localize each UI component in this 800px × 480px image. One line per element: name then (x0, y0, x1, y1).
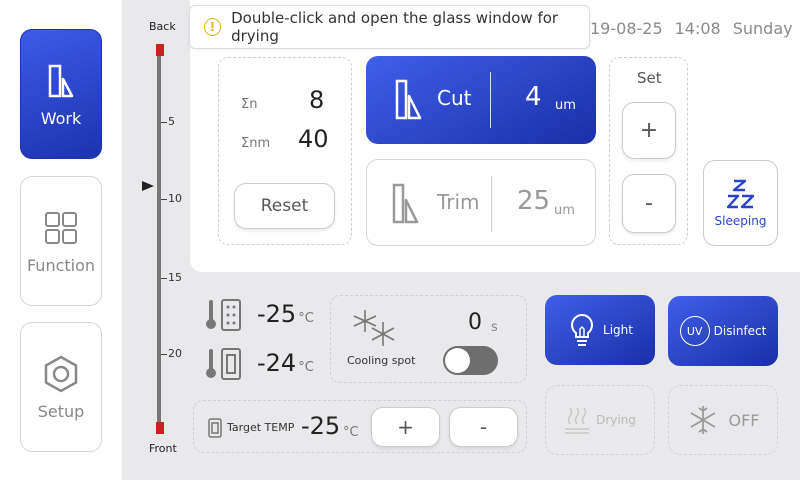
nav-work-label: Work (40, 108, 82, 128)
chamber-temp: -25 °C (257, 300, 314, 328)
nav-function-label: Function (26, 255, 96, 275)
hex-nut-icon (44, 355, 78, 392)
sleep-label: Sleeping (714, 214, 767, 228)
notification-message: Double-click and open the glass window f… (231, 9, 559, 45)
ruler-tick-label: 5 (168, 115, 175, 128)
knife-blade-icon (48, 64, 74, 97)
cut-mode-button[interactable]: Cut 4 um (366, 56, 596, 144)
nav-work-button[interactable]: Work (20, 29, 102, 159)
target-temp-label: Target TEMP (227, 421, 295, 434)
uv-disinfect-button[interactable]: UV Disinfect (668, 296, 778, 366)
uv-icon: UV (679, 316, 710, 346)
specimen-temp: -24 °C (257, 349, 314, 377)
nav-setup-label: Setup (37, 401, 85, 421)
toggle-knob (445, 348, 470, 373)
knife-blade-icon (392, 183, 419, 224)
snowflake-icon (690, 406, 715, 434)
set-label: Set (637, 69, 662, 87)
section-count-label: Σn (241, 97, 258, 112)
specimen-temp-value: -24 (257, 349, 297, 377)
chamber-temp-unit: °C (298, 311, 314, 326)
target-temp-unit: °C (343, 425, 359, 440)
cooling-spot-value: 0 (468, 310, 482, 335)
disinfect-label: Disinfect (713, 324, 767, 338)
refrigeration-off-label: OFF (728, 410, 760, 430)
reset-button[interactable]: Reset (234, 183, 335, 229)
sleep-icon (726, 179, 754, 209)
trim-label: Trim (437, 190, 480, 214)
cooling-spot-unit: s (491, 320, 498, 335)
ruler-tick-label: 15 (168, 271, 182, 284)
specimen-holder-icon (208, 418, 222, 438)
warning-icon: ! (204, 18, 222, 36)
chamber-temp-icon (206, 299, 241, 331)
nav-setup-button[interactable]: Setup (20, 322, 102, 452)
cut-thickness-value: 4 (525, 82, 542, 112)
target-temp-decrease-button[interactable]: - (449, 407, 518, 447)
thickness-increase-button[interactable]: + (622, 102, 676, 159)
specimen-temp-icon (206, 348, 241, 380)
trim-mode-button[interactable]: Trim 25 um (366, 159, 596, 246)
cut-thickness-unit: um (555, 98, 576, 113)
ruler-tick-label: 20 (168, 347, 182, 360)
knife-blade-icon (395, 79, 422, 120)
specimen-temp-unit: °C (298, 360, 314, 375)
target-temp-increase-button[interactable]: + (371, 407, 440, 447)
datetime-display: 19-08-25 14:08 Sunday (590, 19, 800, 38)
sleep-button[interactable]: Sleeping (703, 160, 778, 246)
lightbulb-icon (571, 313, 593, 346)
cooling-spot-label: Cooling spot (347, 354, 416, 367)
drying-heat-icon (565, 407, 590, 434)
ruler-back-label: Back (149, 20, 176, 33)
notification-bar: ! Double-click and open the glass window… (189, 5, 590, 49)
chamber-temp-value: -25 (257, 300, 297, 328)
ruler-bottom-limit (156, 422, 164, 434)
time-text: 14:08 (674, 19, 721, 38)
snowflake-icon (353, 310, 395, 346)
section-count-value: 8 (309, 86, 325, 114)
trim-thickness-unit: um (554, 203, 575, 218)
cooling-spot-panel: Cooling spot 0 s (330, 295, 527, 383)
ruler-tick-label: 10 (168, 192, 182, 205)
ruler-front-label: Front (149, 442, 177, 455)
light-label: Light (603, 323, 633, 337)
thickness-total-value: 40 (298, 125, 329, 153)
target-temp-value: -25 (301, 412, 341, 440)
feed-position-ruler: Back 5 10 15 20 Front (128, 0, 188, 480)
thickness-total-label: Σnm (241, 136, 271, 151)
trim-thickness-value: 25 (517, 186, 551, 216)
date-text: 19-08-25 (590, 19, 663, 38)
drying-button[interactable]: Drying (545, 385, 655, 455)
ruler-top-limit (156, 44, 164, 56)
nav-function-button[interactable]: Function (20, 176, 102, 306)
cooling-spot-toggle[interactable] (443, 346, 498, 375)
thickness-decrease-button[interactable]: - (622, 174, 676, 233)
ruler-track (157, 44, 161, 434)
grid-icon (45, 211, 77, 244)
day-text: Sunday (732, 19, 793, 38)
position-pointer[interactable] (142, 181, 154, 191)
refrigeration-off-button[interactable]: OFF (668, 385, 778, 455)
drying-label: Drying (596, 413, 636, 427)
side-nav: Work Function Setup (0, 0, 122, 480)
cut-label: Cut (437, 86, 472, 110)
light-button[interactable]: Light (545, 295, 655, 365)
